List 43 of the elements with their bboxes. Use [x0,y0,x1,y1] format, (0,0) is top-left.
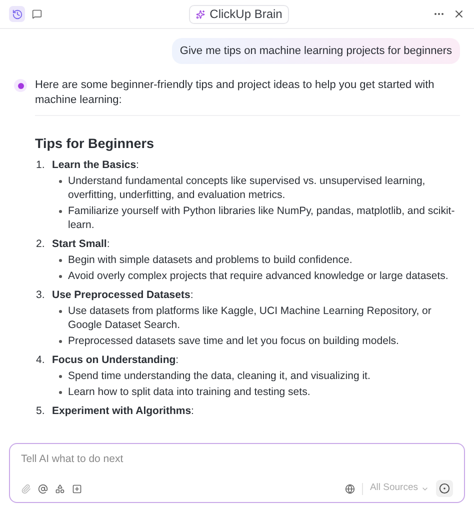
close-button[interactable] [453,8,465,20]
bullet-icon [59,275,62,278]
ai-avatar-icon [14,79,27,92]
bullet-icon [59,180,62,184]
bullet-text: Begin with simple datasets and problems to build confidence. [68,253,352,268]
item-title: Focus on Understanding: [52,353,179,368]
globe-icon[interactable] [344,484,355,494]
item-number: 5. [36,404,46,418]
bullet-text: Avoid overly complex projects that require advanced knowledge or large datasets. [68,269,448,284]
bullet-text: Preprocessed datasets save time and let you focus on building models. [68,334,399,348]
bullet-text: Spend time understanding the data, cleaning it, and visualizing it. [68,369,370,384]
shapes-icon[interactable] [55,484,65,494]
item-number: 1. [36,158,46,172]
prompt-input[interactable]: Tell AI what to do next [21,452,453,468]
item-title: Use Preprocessed Datasets: [52,288,194,302]
item-number: 4. [36,353,46,368]
bullet-icon [59,210,62,214]
window-title: ClickUp Brain [210,6,282,23]
bullet-text: Understand fundamental concepts like supervised vs. unsupervised learning, overfitting, underfitting, and evaluation metrics. [68,174,426,202]
paperclip-icon[interactable] [21,484,31,494]
brain-icon [196,10,205,18]
user-message: Give me tips on machine learning projects for beginners [172,38,460,64]
bullet-icon [59,310,62,314]
bullet-text: Use datasets from platforms like Kaggle, UCI Machine Learning Repository, or Google Dataset Search. [68,304,432,332]
sources-dropdown[interactable]: All Sources [370,481,429,496]
item-number: 3. [36,288,46,302]
item-number: 2. [36,237,46,252]
bullet-text: Learn how to split data into training and testing sets. [68,385,310,400]
item-title: Learn the Basics: [52,158,139,172]
bullet-icon [59,340,62,344]
item-title: Experiment with Algorithms: [52,404,194,418]
at-icon[interactable] [38,484,48,494]
bullet-icon [59,375,62,378]
send-button[interactable] [436,480,453,497]
bullet-icon [59,391,62,394]
history-button[interactable] [9,6,25,22]
prompt-box[interactable]: Tell AI what to do next All Sources [9,443,465,503]
bullet-icon [59,259,62,262]
section-heading: Tips for Beginners [35,135,156,153]
item-title: Start Small: [52,237,110,252]
reply-intro: Here are some beginner-friendly tips and project ideas to help you get started with machine learning: [35,78,460,116]
bullet-text: Familiarize yourself with Python libraries like NumPy, pandas, matplotlib, and scikit-learn. [68,204,456,232]
square-plus-icon[interactable] [72,484,82,494]
